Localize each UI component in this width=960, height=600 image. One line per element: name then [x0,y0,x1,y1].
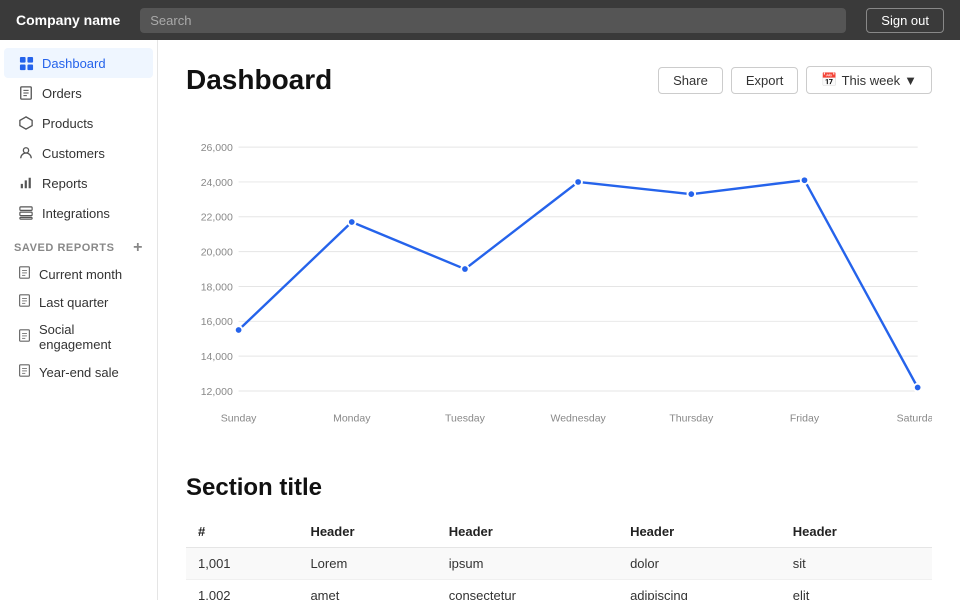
line-chart: 26,000 24,000 22,000 20,000 18,000 16,000 14,0… [186,116,932,446]
table-header: Header [437,516,618,548]
table-cell: ipsum [437,548,618,580]
saved-report-label: Last quarter [39,295,108,310]
dashboard-icon [18,55,34,71]
svg-text:22,000: 22,000 [201,212,233,224]
table-cell: consectetur [437,580,618,600]
table-row: 1,001Loremipsumdolorsit [186,548,932,580]
file-icon [18,364,31,380]
company-name: Company name [16,12,120,28]
sidebar-item-label: Products [42,116,93,131]
saved-report-current-month[interactable]: Current month [4,260,153,288]
topbar-actions: Sign out [866,8,944,33]
svg-text:Thursday: Thursday [669,413,714,425]
dashboard-header: Dashboard Share Export 📅 This week ▼ [186,64,932,96]
svg-text:18,000: 18,000 [201,281,233,293]
topbar: Company name Sign out [0,0,960,40]
main-content: Dashboard Share Export 📅 This week ▼ 26,… [158,40,960,600]
layout: Dashboard Orders Products Customers Reports I… [0,40,960,600]
share-button[interactable]: Share [658,67,723,94]
sidebar-item-label: Integrations [42,206,110,221]
svg-text:Tuesday: Tuesday [445,413,486,425]
sidebar-item-label: Orders [42,86,82,101]
table-header: Header [618,516,781,548]
svg-text:Wednesday: Wednesday [550,413,606,425]
saved-report-label: Current month [39,267,122,282]
sidebar: Dashboard Orders Products Customers Reports I… [0,40,158,600]
sidebar-item-label: Customers [42,146,105,161]
week-label: This week [842,73,901,88]
table-cell: 1,002 [186,580,298,600]
table-header: # [186,516,298,548]
table-cell: Lorem [298,548,436,580]
svg-text:Saturday: Saturday [897,413,932,425]
data-table: #HeaderHeaderHeaderHeader 1,001Loremipsu… [186,516,932,600]
svg-text:Sunday: Sunday [221,413,257,425]
sidebar-item-integrations[interactable]: Integrations [4,198,153,228]
search-container [140,8,846,33]
table-header: Header [298,516,436,548]
search-input[interactable] [140,8,846,33]
saved-reports-section: SAVED REPORTS + [0,228,157,260]
svg-text:20,000: 20,000 [201,246,233,258]
svg-text:16,000: 16,000 [201,316,233,328]
file-icon [18,329,31,345]
saved-report-social-engagement[interactable]: Social engagement [4,316,153,358]
chevron-down-icon: ▼ [904,73,917,88]
saved-report-year-end-sale[interactable]: Year-end sale [4,358,153,386]
svg-text:14,000: 14,000 [201,351,233,363]
svg-text:24,000: 24,000 [201,177,233,189]
svg-text:Monday: Monday [333,413,371,425]
table-row: 1,002ametconsecteturadipiscingelit [186,580,932,600]
customers-icon [18,145,34,161]
export-button[interactable]: Export [731,67,799,94]
chart-container: 26,000 24,000 22,000 20,000 18,000 16,000 14,0… [186,116,932,446]
table-cell: dolor [618,548,781,580]
sidebar-item-products[interactable]: Products [4,108,153,138]
file-icon [18,294,31,310]
table-header: Header [781,516,932,548]
orders-icon [18,85,34,101]
signout-button[interactable]: Sign out [866,8,944,33]
svg-text:12,000: 12,000 [201,386,233,398]
saved-report-label: Year-end sale [39,365,119,380]
saved-reports-label: SAVED REPORTS [14,242,114,254]
reports-icon [18,175,34,191]
table-cell: amet [298,580,436,600]
page-title: Dashboard [186,64,332,96]
table-cell: 1,001 [186,548,298,580]
sidebar-item-reports[interactable]: Reports [4,168,153,198]
sidebar-item-label: Dashboard [42,56,106,71]
add-saved-report-icon[interactable]: + [133,240,143,256]
svg-text:26,000: 26,000 [201,142,233,154]
calendar-icon: 📅 [821,72,837,88]
integrations-icon [18,205,34,221]
table-cell: adipiscing [618,580,781,600]
saved-report-last-quarter[interactable]: Last quarter [4,288,153,316]
table-cell: elit [781,580,932,600]
sidebar-item-orders[interactable]: Orders [4,78,153,108]
sidebar-item-label: Reports [42,176,88,191]
week-selector[interactable]: 📅 This week ▼ [806,66,932,94]
sidebar-item-customers[interactable]: Customers [4,138,153,168]
section-title: Section title [186,474,932,502]
saved-report-label: Social engagement [39,322,139,352]
header-actions: Share Export 📅 This week ▼ [658,66,932,94]
sidebar-item-dashboard[interactable]: Dashboard [4,48,153,78]
products-icon [18,115,34,131]
svg-text:Friday: Friday [790,413,820,425]
table-cell: sit [781,548,932,580]
file-icon [18,266,31,282]
